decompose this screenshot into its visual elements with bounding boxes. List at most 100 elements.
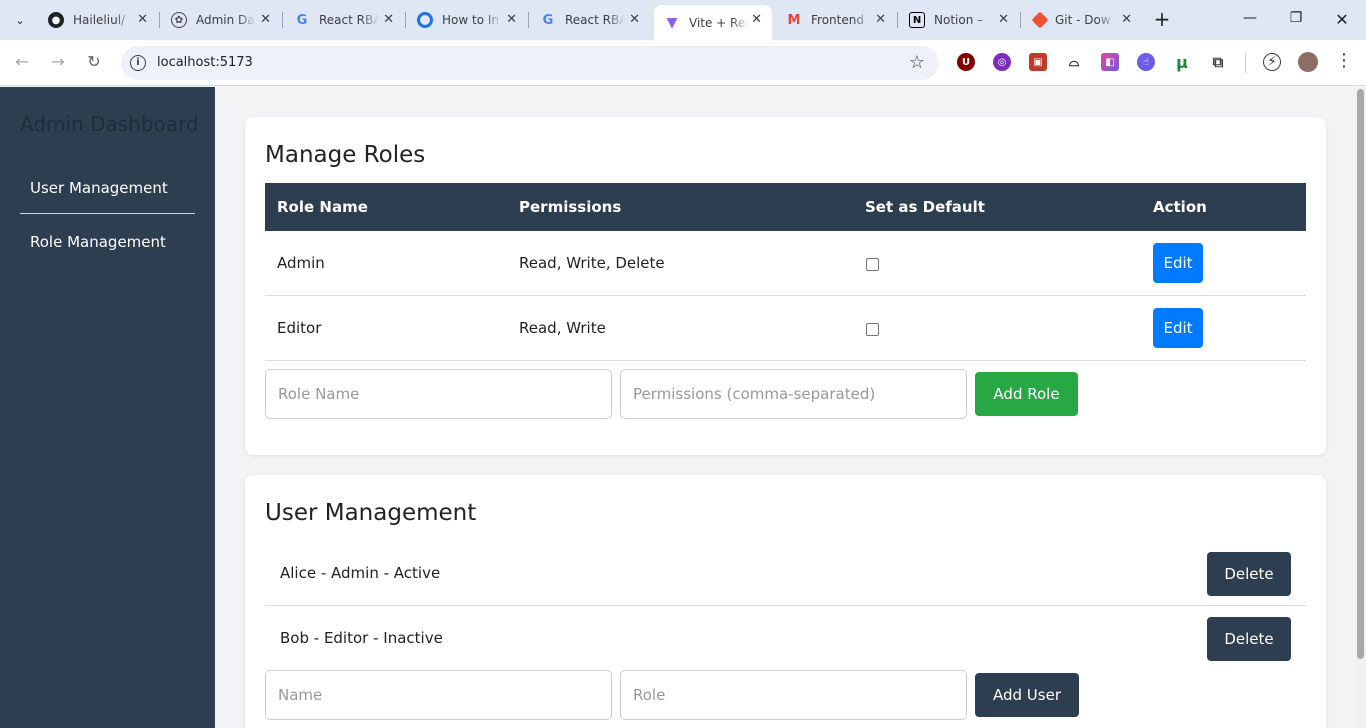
tab-divider bbox=[282, 12, 283, 28]
user-name-input[interactable]: Name bbox=[265, 670, 612, 720]
tab-divider bbox=[405, 12, 406, 28]
role-name-cell: Admin bbox=[277, 254, 325, 272]
user-summary: Bob - Editor - Inactive bbox=[280, 629, 443, 647]
table-row: Editor Read, Write Edit bbox=[265, 296, 1306, 361]
utorrent-icon[interactable]: µ bbox=[1173, 53, 1191, 72]
close-tab-icon[interactable]: ✕ bbox=[998, 12, 1009, 27]
browser-tab-strip: ⌄ ● Haileliul/ ✕ ✿ Admin Da ✕ G React RB… bbox=[0, 0, 1366, 40]
new-tab-icon[interactable]: + bbox=[1150, 8, 1174, 32]
user-management-card: User Management Alice - Admin - Active D… bbox=[245, 475, 1326, 728]
browser-tab[interactable]: ✿ Admin Da ✕ bbox=[161, 5, 281, 35]
ring-icon bbox=[417, 12, 433, 28]
toolbar-divider bbox=[1245, 53, 1246, 73]
tab-divider bbox=[528, 12, 529, 28]
set-default-checkbox[interactable] bbox=[866, 258, 879, 271]
close-tab-icon[interactable]: ✕ bbox=[506, 12, 517, 27]
menu-kebab-icon[interactable]: ⋮ bbox=[1334, 50, 1354, 71]
url-text[interactable]: localhost:5173 bbox=[157, 55, 253, 70]
add-user-button[interactable]: Add User bbox=[975, 673, 1079, 717]
tab-title: React RBA bbox=[565, 13, 625, 27]
extension-purple-icon[interactable]: ◎ bbox=[993, 53, 1011, 71]
site-info-icon[interactable]: i bbox=[130, 55, 146, 71]
bookmark-star-icon[interactable]: ☆ bbox=[909, 52, 925, 73]
permissions-cell: Read, Write bbox=[519, 319, 606, 337]
minimize-icon[interactable]: — bbox=[1240, 10, 1260, 26]
tab-divider bbox=[159, 12, 160, 28]
delete-user-button[interactable]: Delete bbox=[1207, 552, 1291, 596]
hat-icon[interactable]: ⌓ bbox=[1065, 53, 1083, 71]
role-name-input[interactable]: Role Name bbox=[265, 369, 612, 419]
tab-search-chevron-icon[interactable]: ⌄ bbox=[8, 8, 32, 32]
reload-icon[interactable]: ↻ bbox=[84, 52, 104, 71]
close-tab-icon[interactable]: ✕ bbox=[1121, 12, 1132, 27]
browser-tab-active[interactable]: ▼ Vite + Rea ✕ bbox=[654, 5, 772, 40]
add-role-button[interactable]: Add Role bbox=[975, 372, 1078, 416]
notion-icon: N bbox=[909, 12, 925, 28]
puzzle-icon[interactable]: ⧉ bbox=[1209, 53, 1227, 71]
tab-divider bbox=[1020, 12, 1021, 28]
git-icon bbox=[1031, 11, 1049, 29]
browser-tab[interactable]: How to In ✕ bbox=[407, 5, 527, 35]
close-tab-icon[interactable]: ✕ bbox=[260, 12, 271, 27]
list-item: Bob - Editor - Inactive Delete bbox=[265, 606, 1306, 671]
close-tab-icon[interactable]: ✕ bbox=[137, 12, 148, 27]
performance-icon[interactable]: ⚡ bbox=[1263, 53, 1281, 71]
browser-tab[interactable]: N Notion – ✕ bbox=[899, 5, 1019, 35]
scrollbar-thumb[interactable] bbox=[1357, 89, 1364, 659]
tab-title: Haileliul/ bbox=[73, 13, 126, 27]
browser-tab[interactable]: G React RBA ✕ bbox=[530, 5, 650, 35]
manage-roles-title: Manage Roles bbox=[265, 142, 426, 168]
edit-role-button[interactable]: Edit bbox=[1153, 308, 1203, 348]
column-header-set-default: Set as Default bbox=[865, 198, 985, 216]
extension-red-icon[interactable]: ▣ bbox=[1029, 53, 1047, 71]
github-icon: ● bbox=[48, 12, 64, 28]
sidebar: Admin Dashboard User Management Role Man… bbox=[0, 87, 215, 728]
browser-tab[interactable]: M Frontend ✕ bbox=[776, 5, 896, 35]
tab-divider bbox=[897, 12, 898, 28]
page-scrollbar[interactable] bbox=[1355, 87, 1366, 728]
openai-icon: ✿ bbox=[171, 12, 187, 28]
google-icon: G bbox=[542, 12, 554, 28]
user-management-title: User Management bbox=[265, 500, 477, 526]
browser-toolbar: ← → ↻ i localhost:5173 ☆ U ◎ ▣ ⌓ ◧ ☝ µ ⧉… bbox=[0, 40, 1366, 86]
tab-title: How to In bbox=[442, 13, 499, 27]
google-icon: G bbox=[296, 12, 308, 28]
close-window-icon[interactable]: ✕ bbox=[1332, 10, 1352, 29]
sidebar-brand: Admin Dashboard bbox=[20, 112, 199, 136]
delete-user-button[interactable]: Delete bbox=[1207, 617, 1291, 661]
permissions-input[interactable]: Permissions (comma-separated) bbox=[620, 369, 967, 419]
profile-avatar[interactable] bbox=[1298, 52, 1318, 72]
role-name-cell: Editor bbox=[277, 319, 322, 337]
back-icon[interactable]: ← bbox=[12, 52, 32, 71]
ublock-icon[interactable]: U bbox=[957, 53, 975, 71]
tab-title: Frontend bbox=[811, 13, 864, 27]
tab-title: Admin Da bbox=[196, 13, 255, 27]
user-role-input[interactable]: Role bbox=[620, 670, 967, 720]
table-row: Admin Read, Write, Delete Edit bbox=[265, 231, 1306, 296]
vite-icon: ▼ bbox=[666, 14, 678, 31]
sidebar-item-role-management[interactable]: Role Management bbox=[20, 216, 195, 268]
column-header-permissions: Permissions bbox=[519, 198, 622, 216]
tab-title: React RBA bbox=[319, 13, 379, 27]
hand-icon[interactable]: ☝ bbox=[1137, 53, 1155, 71]
close-tab-icon[interactable]: ✕ bbox=[875, 12, 886, 27]
browser-tab[interactable]: Git - Dow ✕ bbox=[1022, 5, 1142, 35]
sidebar-item-user-management[interactable]: User Management bbox=[20, 162, 195, 214]
browser-tab[interactable]: G React RBA ✕ bbox=[284, 5, 404, 35]
close-tab-icon[interactable]: ✕ bbox=[629, 12, 640, 27]
close-tab-icon[interactable]: ✕ bbox=[383, 12, 394, 27]
roles-table-header: Role Name Permissions Set as Default Act… bbox=[265, 183, 1306, 231]
manage-roles-card: Manage Roles Role Name Permissions Set a… bbox=[245, 117, 1326, 455]
address-bar[interactable]: i localhost:5173 ☆ bbox=[121, 46, 939, 80]
list-item: Alice - Admin - Active Delete bbox=[265, 541, 1306, 606]
tab-title: Vite + Rea bbox=[689, 15, 749, 30]
forward-icon[interactable]: → bbox=[48, 52, 68, 71]
restore-icon[interactable]: ❐ bbox=[1286, 10, 1306, 26]
tab-title: Git - Dow bbox=[1055, 13, 1111, 27]
browser-tab[interactable]: ● Haileliul/ ✕ bbox=[38, 5, 158, 35]
set-default-checkbox[interactable] bbox=[866, 323, 879, 336]
flag-icon[interactable]: ◧ bbox=[1101, 53, 1119, 71]
user-summary: Alice - Admin - Active bbox=[280, 564, 441, 582]
close-tab-icon[interactable]: ✕ bbox=[751, 12, 762, 27]
edit-role-button[interactable]: Edit bbox=[1153, 243, 1203, 283]
